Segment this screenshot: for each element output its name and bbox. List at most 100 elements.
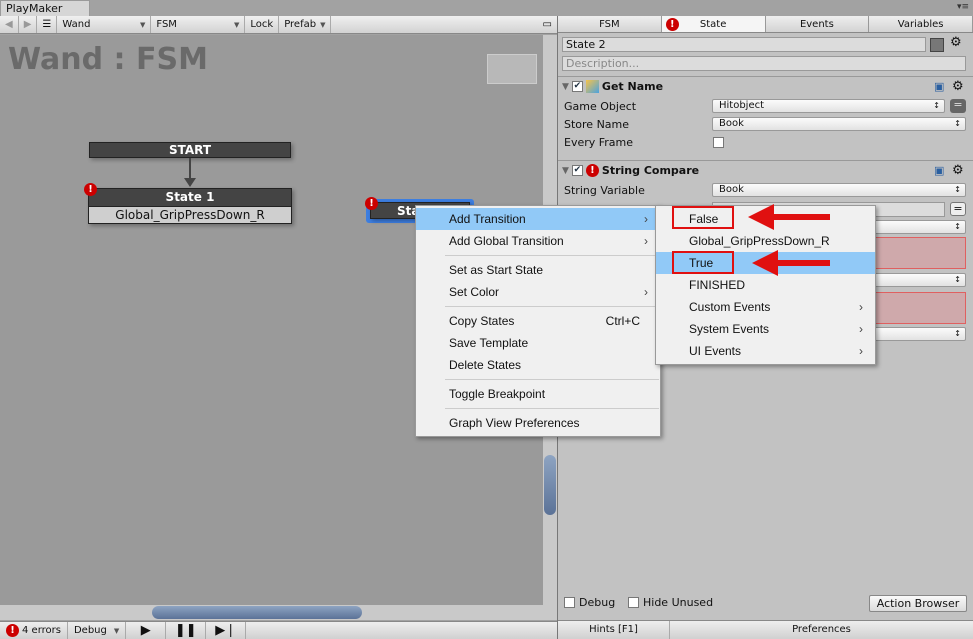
gear-icon[interactable]: ⚙	[952, 163, 964, 178]
menu-item-set-color[interactable]: Set Color ›	[416, 281, 660, 303]
every-frame-checkbox[interactable]	[713, 137, 724, 148]
chevron-right-icon: ›	[859, 322, 863, 336]
menu-item-toggle-breakpoint[interactable]: Toggle Breakpoint	[416, 383, 660, 405]
playmaker-window-tab[interactable]: PlayMaker	[0, 0, 90, 17]
vertical-scroll-thumb[interactable]	[544, 455, 556, 515]
tab-events[interactable]: Events	[766, 16, 870, 32]
annotation-arrow-icon	[748, 204, 830, 230]
variable-toggle-icon[interactable]: =	[950, 99, 966, 113]
prefab-select[interactable]: Prefab ▼	[279, 16, 332, 33]
horizontal-scroll-thumb[interactable]	[152, 606, 362, 619]
collapse-icon[interactable]: ▼	[562, 82, 569, 92]
tab-variables[interactable]: Variables	[869, 16, 973, 32]
hide-unused-label: Hide Unused	[643, 596, 714, 609]
fsm-value: FSM	[156, 19, 177, 30]
forward-button[interactable]: ▶	[19, 16, 38, 33]
menu-divider	[445, 379, 659, 380]
debug-mode-value: Debug	[73, 625, 107, 636]
state-1-transition[interactable]: Global_GripPressDown_R	[89, 206, 291, 223]
action-title: String Compare	[601, 164, 700, 177]
action-browser-button[interactable]: Action Browser	[869, 595, 967, 612]
game-object-dropdown[interactable]: Hitobject	[712, 99, 945, 113]
inspector-tabs: FSM ! State Events Variables	[558, 16, 973, 33]
help-book-icon[interactable]: ▣	[934, 80, 944, 93]
state-color-swatch[interactable]	[930, 38, 944, 52]
fsm-select[interactable]: FSM ▼	[151, 16, 246, 33]
graph-title: Wand : FSM	[8, 42, 208, 77]
variable-toggle-icon[interactable]: =	[950, 202, 966, 216]
store-name-dropdown[interactable]: Book	[712, 117, 966, 131]
errors-button[interactable]: ! 4 errors	[0, 622, 68, 639]
hide-unused-toggle[interactable]: Hide Unused	[628, 596, 713, 609]
field-label: Store Name	[564, 118, 630, 131]
game-object-select[interactable]: Wand ▼	[57, 16, 152, 33]
menu-item-copy-states[interactable]: Copy States Ctrl+C	[416, 310, 660, 332]
chevron-right-icon: ›	[859, 344, 863, 358]
game-object-value: Wand	[62, 19, 91, 30]
chevron-right-icon: ›	[859, 300, 863, 314]
inspector-bottom-bar: Hints [F1] Preferences	[558, 620, 973, 639]
menu-item-add-global-transition[interactable]: Add Global Transition ›	[416, 230, 660, 252]
error-icon: !	[585, 164, 599, 177]
menu-item-delete-states[interactable]: Delete States	[416, 354, 660, 376]
action-header-string-compare[interactable]: ▼ ✔ ! String Compare ▣ ⚙	[558, 160, 973, 180]
submenu-item-system-events[interactable]: System Events ›	[656, 318, 875, 340]
play-icon[interactable]: ▶	[126, 622, 167, 639]
description-input[interactable]: Description...	[562, 56, 966, 71]
menu-item-add-transition[interactable]: Add Transition ›	[416, 208, 660, 230]
debug-label: Debug	[579, 596, 616, 609]
menu-list-icon[interactable]: ☰	[37, 16, 58, 33]
error-icon: !	[365, 197, 378, 210]
gameobject-cube-icon	[585, 80, 599, 93]
enable-checkbox[interactable]: ✔	[571, 81, 583, 92]
menu-item-set-as-start-state[interactable]: Set as Start State	[416, 259, 660, 281]
lock-button[interactable]: Lock	[245, 16, 280, 33]
action-title: Get Name	[601, 80, 664, 93]
debug-checkbox[interactable]	[564, 597, 575, 608]
pause-icon[interactable]: ❚❚	[166, 622, 207, 639]
menu-item-label: System Events	[689, 322, 770, 336]
tab-state[interactable]: ! State	[661, 16, 766, 32]
chevron-right-icon: ›	[644, 212, 648, 226]
error-icon: !	[665, 18, 679, 31]
tab-state-label: State	[699, 19, 727, 30]
state-1-node[interactable]: State 1 Global_GripPressDown_R	[88, 188, 292, 224]
debug-toggle[interactable]: Debug	[564, 596, 615, 609]
minimap-toggle-icon[interactable]: ▭	[538, 16, 557, 33]
menu-item-save-template[interactable]: Save Template	[416, 332, 660, 354]
state-name-input[interactable]: State 2	[562, 37, 926, 52]
action-header-get-name[interactable]: ▼ ✔ Get Name ▣ ⚙	[558, 76, 973, 96]
field-label: Game Object	[564, 100, 637, 113]
hide-unused-checkbox[interactable]	[628, 597, 639, 608]
preferences-button[interactable]: Preferences	[670, 621, 973, 639]
start-transition-line	[189, 158, 191, 180]
hints-button[interactable]: Hints [F1]	[558, 621, 670, 639]
field-label: Every Frame	[564, 136, 634, 149]
annotation-box-false	[672, 206, 734, 229]
debug-mode-select[interactable]: Debug ▼	[68, 622, 127, 639]
chevron-right-icon: ›	[644, 234, 648, 248]
horizontal-scrollbar[interactable]	[0, 605, 557, 620]
menu-item-label: Copy States	[449, 314, 515, 328]
string-variable-dropdown[interactable]: Book	[712, 183, 966, 197]
help-book-icon[interactable]: ▣	[934, 164, 944, 177]
minimap[interactable]	[487, 54, 537, 84]
menu-divider	[445, 306, 659, 307]
start-node[interactable]: START	[89, 142, 291, 158]
gear-icon[interactable]: ⚙	[952, 79, 964, 94]
submenu-item-custom-events[interactable]: Custom Events ›	[656, 296, 875, 318]
gear-icon[interactable]: ⚙	[950, 35, 962, 50]
shortcut-label: Ctrl+C	[605, 314, 640, 328]
window-menu-icon[interactable]: ▾≡	[957, 2, 969, 12]
menu-divider	[445, 408, 659, 409]
tab-fsm[interactable]: FSM	[558, 16, 662, 32]
menu-item-label: Custom Events	[689, 300, 771, 314]
menu-item-label: Add Transition	[449, 212, 526, 226]
enable-checkbox[interactable]: ✔	[571, 165, 583, 176]
menu-item-graph-view-preferences[interactable]: Graph View Preferences	[416, 412, 660, 434]
collapse-icon[interactable]: ▼	[562, 166, 569, 176]
back-button[interactable]: ◀	[0, 16, 19, 33]
submenu-item-ui-events[interactable]: UI Events ›	[656, 340, 875, 362]
step-icon[interactable]: ▶❘	[206, 622, 247, 639]
transition-arrow-icon	[184, 178, 196, 187]
